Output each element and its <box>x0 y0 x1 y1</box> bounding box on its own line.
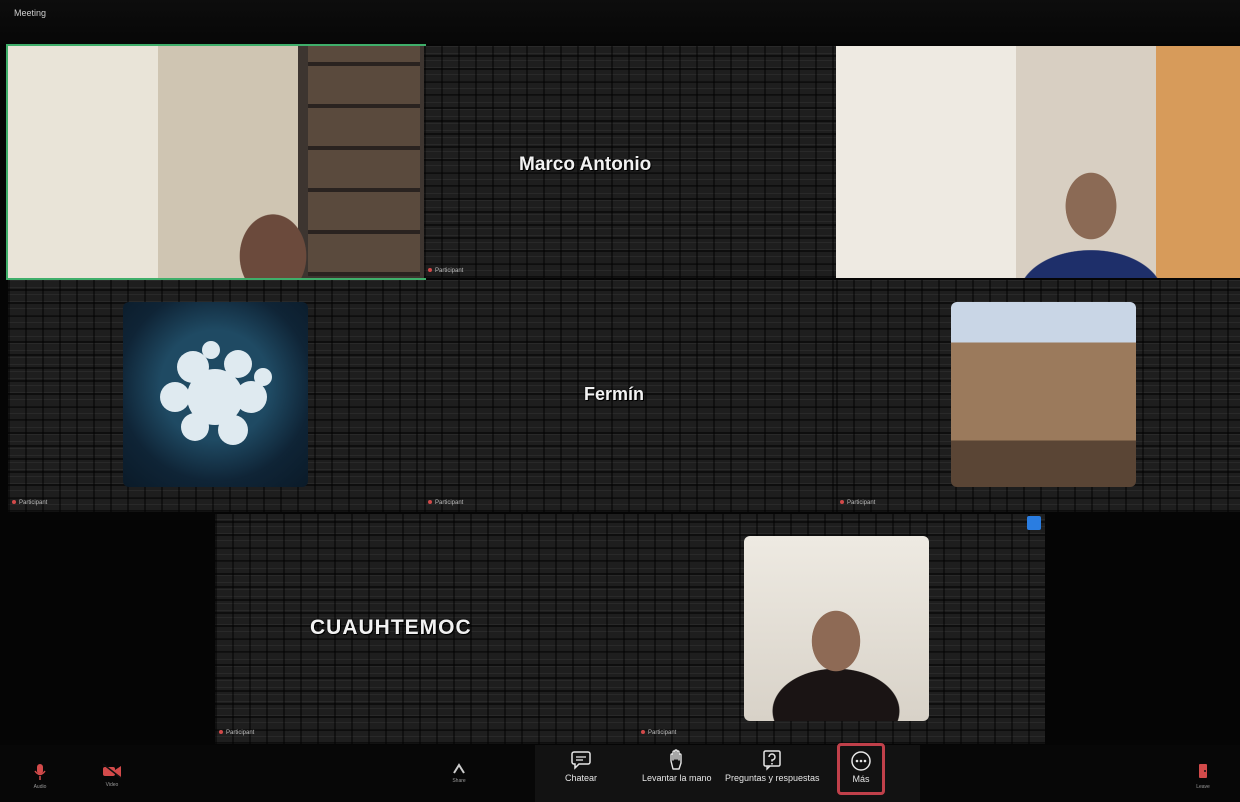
participant-avatar <box>744 536 929 721</box>
participant-caption: Participant <box>641 730 676 736</box>
chat-bubble-icon <box>571 751 591 770</box>
participant-tile-1[interactable] <box>6 44 426 280</box>
participant-name: Marco Antonio <box>519 154 652 175</box>
top-bar: Meeting <box>0 0 1240 44</box>
mic-muted-icon <box>840 500 844 505</box>
participant-video <box>8 46 424 278</box>
share-icon <box>453 763 465 774</box>
qa-button[interactable]: Preguntas y respuestas <box>725 749 820 783</box>
mic-muted-icon <box>428 268 432 273</box>
mic-muted-icon <box>641 730 645 735</box>
participant-video <box>836 46 1240 278</box>
microphone-muted-icon <box>34 764 46 780</box>
participant-tile-3[interactable] <box>836 46 1240 278</box>
participant-caption: Participant <box>219 730 254 736</box>
participant-avatar <box>123 302 308 487</box>
participant-caption: Participant <box>12 500 47 506</box>
participant-caption: Participant <box>428 268 463 274</box>
raise-hand-icon <box>670 749 682 770</box>
question-box-icon <box>763 750 782 771</box>
participant-tile-8[interactable]: Participant <box>637 514 1045 744</box>
meeting-window: Meeting Marco Antonio Participant Partic… <box>0 0 1240 802</box>
mic-muted-icon <box>428 500 432 505</box>
participant-tile-6[interactable]: Participant <box>836 280 1240 512</box>
mic-muted-icon <box>12 500 16 505</box>
more-options-icon <box>851 751 871 771</box>
pin-badge <box>1027 516 1041 530</box>
bookshelf <box>308 46 420 276</box>
share-button[interactable]: Share <box>452 763 466 784</box>
audio-button[interactable]: Audio <box>32 763 48 790</box>
participant-caption: Participant <box>428 500 463 506</box>
participant-tile-cuauhtemoc[interactable]: CUAUHTEMOC Participant <box>215 514 637 744</box>
video-button[interactable]: Video <box>102 763 122 788</box>
chat-button[interactable]: Chatear <box>565 749 597 783</box>
leave-button[interactable]: Leave <box>1196 763 1210 790</box>
participant-name: CUAUHTEMOC <box>310 616 472 639</box>
toolbar-center-group: Chatear Levantar la mano Preguntas y res… <box>535 743 920 802</box>
snowflake-logo-icon <box>160 341 272 445</box>
mic-muted-icon <box>219 730 223 735</box>
participant-name: Fermín <box>584 384 645 404</box>
meeting-toolbar: Audio Video Share Chatear Levantar la ma… <box>0 743 1240 802</box>
window-title: Meeting <box>14 8 47 18</box>
participant-caption: Participant <box>840 500 875 506</box>
participant-avatar <box>951 302 1136 487</box>
participant-tile-4[interactable]: Participant <box>8 280 424 512</box>
participant-tile-marco[interactable]: Marco Antonio Participant <box>424 46 836 278</box>
raise-hand-button[interactable]: Levantar la mano <box>642 749 712 783</box>
more-button[interactable]: Más <box>837 743 885 795</box>
leave-icon <box>1199 764 1207 778</box>
participant-tile-fermin[interactable]: Fermín Participant <box>424 280 836 512</box>
camera-off-icon <box>102 763 122 779</box>
